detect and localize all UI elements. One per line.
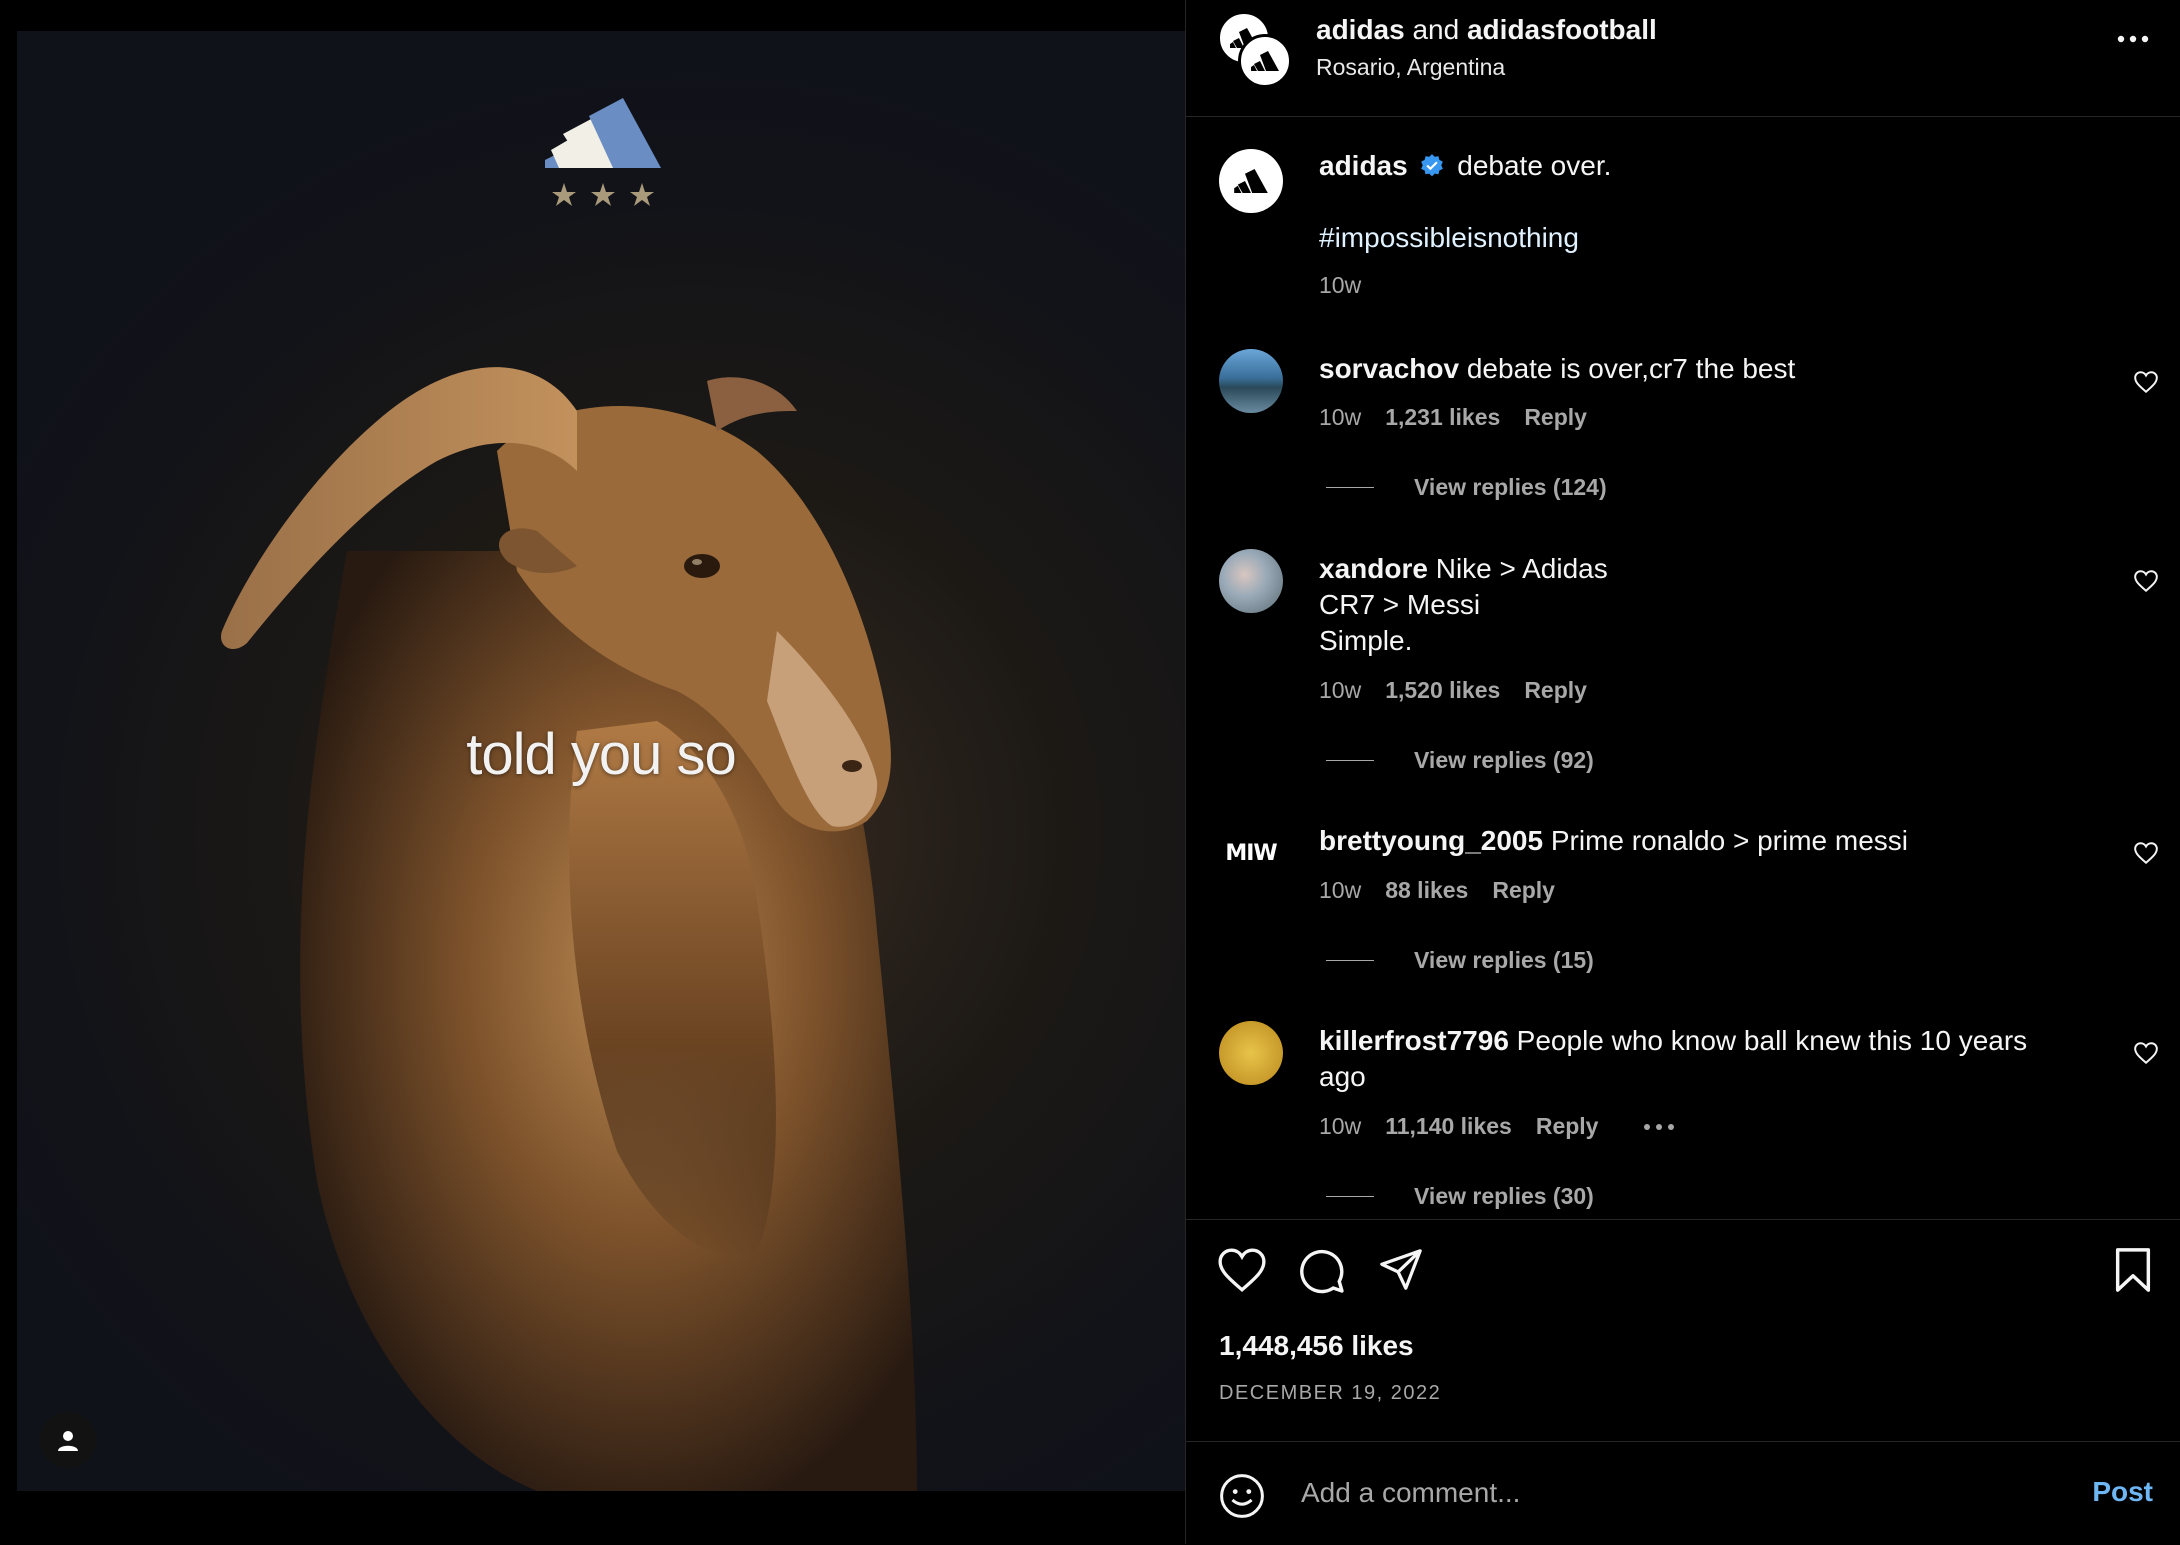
verified-badge-icon bbox=[1421, 154, 1444, 177]
heart-icon bbox=[2134, 842, 2158, 865]
comment-avatar-xandore[interactable] bbox=[1219, 549, 1283, 613]
reply-button[interactable]: Reply bbox=[1524, 404, 1587, 431]
comment-meta: 10w 11,140 likes Reply bbox=[1319, 1113, 1676, 1140]
view-replies-button[interactable]: View replies (124) bbox=[1326, 474, 1607, 501]
comment-input[interactable] bbox=[1299, 1470, 2023, 1516]
three-stars-icon bbox=[552, 183, 654, 206]
view-replies-label: View replies (30) bbox=[1414, 1183, 1594, 1209]
comment-more-icon[interactable] bbox=[1642, 1123, 1676, 1131]
avatar-logo-text: MIW bbox=[1225, 840, 1277, 866]
adidas-logo-icon bbox=[1251, 51, 1279, 71]
comments-list[interactable]: adidas debate over. #impossibleisnothing… bbox=[1186, 117, 2180, 1219]
post-date[interactable]: DECEMBER 19, 2022 bbox=[1219, 1382, 1441, 1405]
comment-avatar-sorvachov[interactable] bbox=[1219, 349, 1283, 413]
caption-hashtag[interactable]: #impossibleisnothing bbox=[1319, 220, 2079, 256]
post-header: adidas and adidasfootball Rosario, Argen… bbox=[1186, 0, 2180, 117]
heart-icon bbox=[1218, 1248, 1266, 1292]
caption-body: debate over. bbox=[1457, 150, 1612, 181]
collab-names: adidas and adidasfootball bbox=[1316, 14, 1657, 46]
comment-time: 10w bbox=[1319, 677, 1362, 703]
comment-body-line: Simple. bbox=[1319, 625, 1413, 656]
view-replies-button[interactable]: View replies (92) bbox=[1326, 747, 1594, 774]
heart-icon bbox=[2134, 371, 2158, 394]
comment-time: 10w bbox=[1319, 1113, 1362, 1139]
comment-button[interactable] bbox=[1297, 1247, 1347, 1300]
account-link-adidasfootball[interactable]: adidasfootball bbox=[1467, 14, 1657, 45]
comment-time: 10w bbox=[1319, 877, 1362, 903]
user-tag-icon bbox=[58, 1431, 78, 1451]
comment-meta: 10w 1,520 likes Reply bbox=[1319, 677, 1587, 704]
account-link-adidas[interactable]: adidas bbox=[1316, 14, 1405, 45]
reply-button[interactable]: Reply bbox=[1492, 877, 1555, 904]
add-comment-bar: Post bbox=[1186, 1441, 2180, 1545]
post-comment-button[interactable]: Post bbox=[2092, 1476, 2153, 1508]
comment-like-button[interactable] bbox=[2133, 370, 2159, 399]
emoji-picker-button[interactable] bbox=[1218, 1472, 1266, 1525]
heart-icon bbox=[2134, 570, 2158, 593]
comment-text: brettyoung_2005 Prime ronaldo > prime me… bbox=[1319, 823, 2079, 859]
share-icon bbox=[1380, 1249, 1422, 1290]
brand-logo bbox=[545, 66, 661, 211]
view-replies-button[interactable]: View replies (30) bbox=[1326, 1183, 1594, 1210]
caption-meta: 10w bbox=[1319, 272, 1361, 299]
comment-body: debate is over,cr7 the best bbox=[1466, 353, 1796, 384]
comment-time: 10w bbox=[1319, 404, 1362, 430]
user-tag-button[interactable] bbox=[40, 1412, 96, 1468]
comment-username[interactable]: killerfrost7796 bbox=[1319, 1025, 1509, 1056]
comment-likes[interactable]: 1,231 likes bbox=[1385, 404, 1500, 431]
comment-text: killerfrost7796 People who know ball kne… bbox=[1319, 1023, 2059, 1095]
comment-body-line: CR7 > Messi bbox=[1319, 589, 1481, 620]
avatar-adidasfootball[interactable] bbox=[1238, 34, 1292, 88]
post-details-panel: adidas and adidasfootball Rosario, Argen… bbox=[1185, 0, 2180, 1544]
overlay-caption: told you so bbox=[466, 722, 737, 787]
comment-text: xandore Nike > Adidas CR7 > Messi Simple… bbox=[1319, 551, 2079, 659]
comment-avatar-brettyoung[interactable]: MIW bbox=[1219, 821, 1283, 885]
heart-icon bbox=[2134, 1042, 2158, 1065]
action-icons bbox=[1217, 1247, 1425, 1300]
bookmark-icon bbox=[2115, 1248, 2151, 1292]
comment-body-line: Nike > Adidas bbox=[1435, 553, 1608, 584]
reply-button[interactable]: Reply bbox=[1524, 677, 1587, 704]
caption-time: 10w bbox=[1319, 272, 1362, 298]
view-replies-label: View replies (124) bbox=[1414, 474, 1607, 500]
comment-username[interactable]: sorvachov bbox=[1319, 353, 1459, 384]
adidas-logo-icon bbox=[1234, 169, 1268, 193]
caption-text: adidas debate over. bbox=[1319, 148, 2079, 184]
post-actions: 1,448,456 likes DECEMBER 19, 2022 bbox=[1186, 1219, 2180, 1443]
more-options-button[interactable] bbox=[2117, 30, 2149, 48]
reply-button[interactable]: Reply bbox=[1536, 1113, 1599, 1140]
comment-like-button[interactable] bbox=[2133, 1041, 2159, 1070]
comment-likes[interactable]: 1,520 likes bbox=[1385, 677, 1500, 704]
names-joiner: and bbox=[1404, 14, 1467, 45]
view-replies-label: View replies (15) bbox=[1414, 947, 1594, 973]
emoji-icon bbox=[1220, 1474, 1264, 1518]
share-button[interactable] bbox=[1377, 1247, 1425, 1300]
comment-text: sorvachov debate is over,cr7 the best bbox=[1319, 351, 2079, 387]
caption-avatar[interactable] bbox=[1219, 149, 1283, 213]
comment-meta: 10w 1,231 likes Reply bbox=[1319, 404, 1587, 431]
comment-username[interactable]: brettyoung_2005 bbox=[1319, 825, 1543, 856]
like-button[interactable] bbox=[1217, 1247, 1267, 1300]
view-replies-label: View replies (92) bbox=[1414, 747, 1594, 773]
location-link[interactable]: Rosario, Argentina bbox=[1316, 54, 1505, 81]
adidas-three-stripes-logo bbox=[545, 98, 661, 206]
collab-avatars[interactable] bbox=[1218, 12, 1292, 88]
view-replies-button[interactable]: View replies (15) bbox=[1326, 947, 1594, 974]
comment-icon bbox=[1300, 1249, 1344, 1294]
comment-like-button[interactable] bbox=[2133, 841, 2159, 870]
comment-likes[interactable]: 88 likes bbox=[1385, 877, 1468, 904]
caption-username[interactable]: adidas bbox=[1319, 150, 1408, 181]
comment-likes[interactable]: 11,140 likes bbox=[1385, 1113, 1512, 1140]
comment-meta: 10w 88 likes Reply bbox=[1319, 877, 1555, 904]
like-count[interactable]: 1,448,456 likes bbox=[1219, 1330, 1414, 1362]
comment-avatar-killerfrost[interactable] bbox=[1219, 1021, 1283, 1085]
more-options-icon bbox=[2117, 35, 2149, 43]
post-image[interactable]: told you so bbox=[17, 31, 1185, 1491]
comment-body: Prime ronaldo > prime messi bbox=[1550, 825, 1908, 856]
comment-username[interactable]: xandore bbox=[1319, 553, 1428, 584]
save-button[interactable] bbox=[2113, 1247, 2153, 1298]
comment-like-button[interactable] bbox=[2133, 569, 2159, 598]
